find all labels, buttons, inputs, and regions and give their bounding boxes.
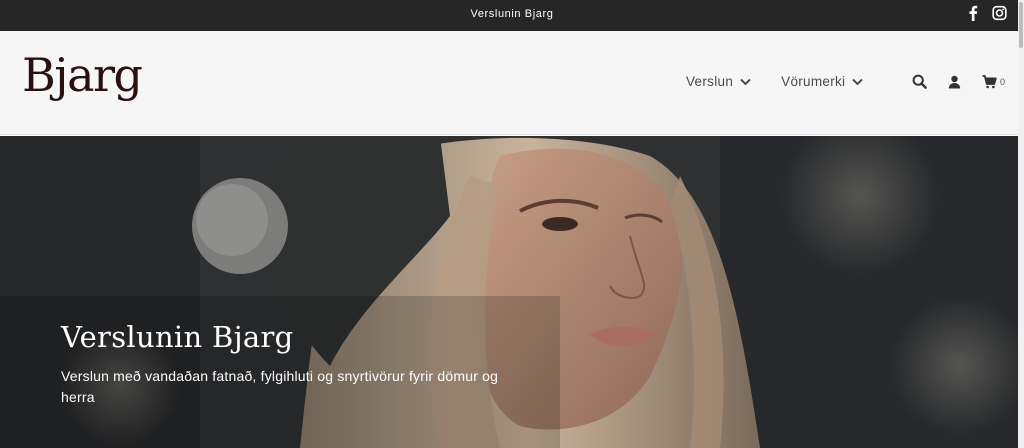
main-nav: Verslun Vörumerki <box>686 74 864 89</box>
site-header: Bjarg Verslun Vörumerki 0 <box>0 31 1024 135</box>
facebook-icon[interactable] <box>966 5 980 21</box>
hero-title: Verslunin Bjarg <box>61 320 294 354</box>
social-links <box>966 5 1007 23</box>
cart-count: 0 <box>1000 76 1006 87</box>
nav-item-label: Vörumerki <box>781 74 846 89</box>
search-icon[interactable] <box>912 74 927 89</box>
logo[interactable]: Bjarg <box>22 39 152 125</box>
chevron-down-icon <box>852 78 864 85</box>
cart-button[interactable]: 0 <box>982 74 1006 89</box>
chevron-down-icon <box>740 78 751 85</box>
cart-icon <box>982 74 997 88</box>
nav-item-verslun[interactable]: Verslun <box>686 74 751 89</box>
announcement-text: Verslunin Bjarg <box>470 8 554 20</box>
scrollbar-thumb[interactable] <box>1019 2 1023 48</box>
user-icon[interactable] <box>948 75 961 89</box>
hero-subtitle: Verslun með vandaðan fatnað, fylgihluti … <box>61 368 499 405</box>
nav-item-label: Verslun <box>686 74 734 89</box>
hero-banner: Verslunin Bjarg Verslun með vandaðan fat… <box>0 136 1018 448</box>
nav-item-vorumerki[interactable]: Vörumerki <box>781 74 864 89</box>
announcement-bar: Verslunin Bjarg <box>0 0 1024 31</box>
instagram-icon[interactable] <box>992 5 1007 21</box>
header-icons: 0 <box>912 74 1005 89</box>
scrollbar[interactable] <box>1018 0 1024 448</box>
